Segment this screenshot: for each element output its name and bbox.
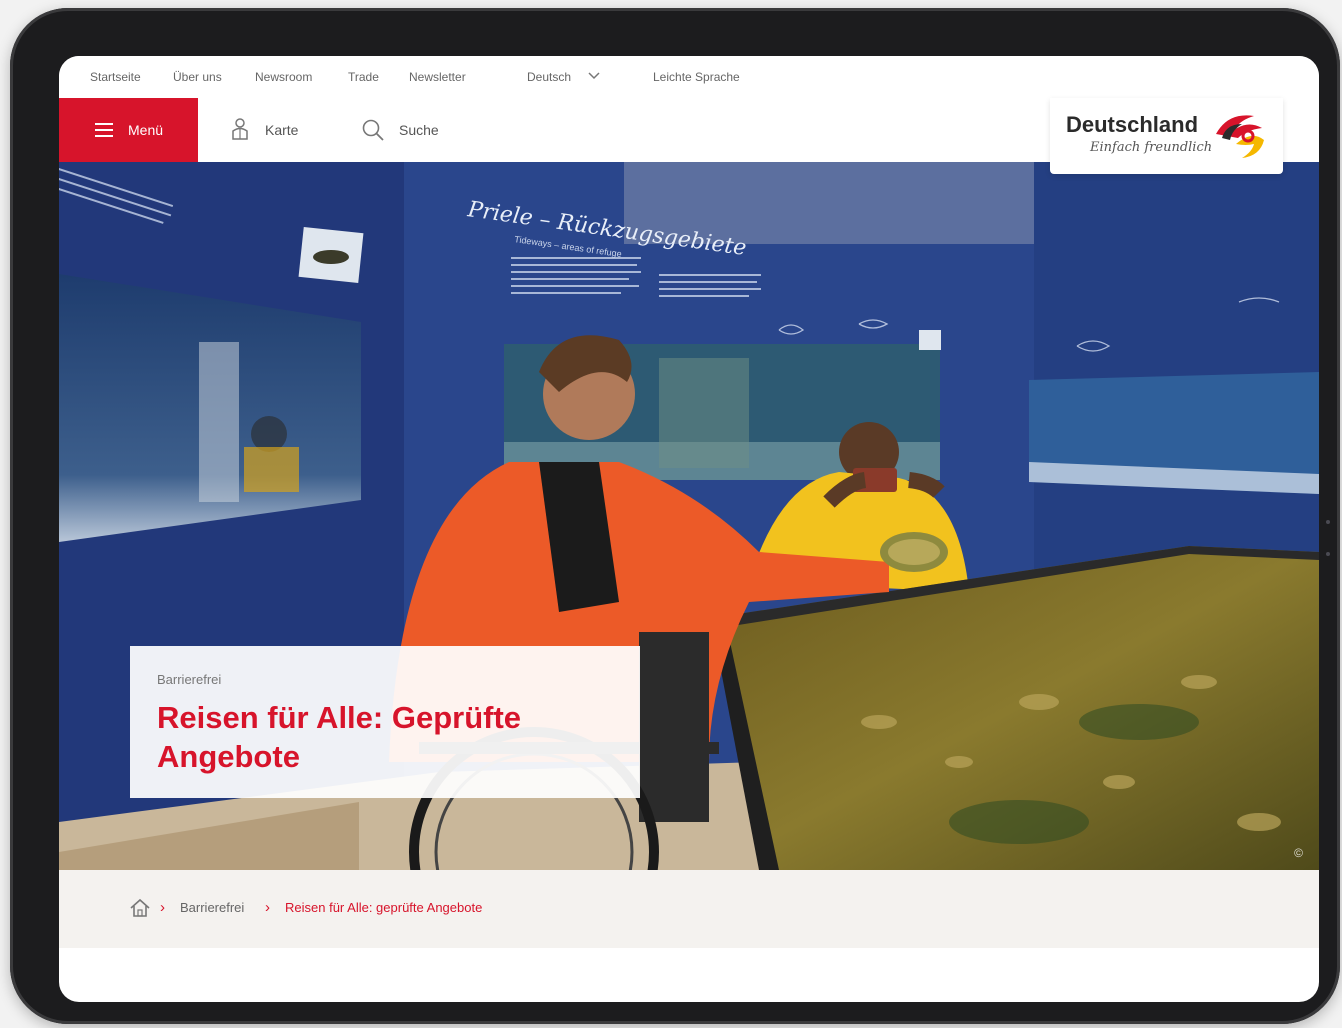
hamburger-icon: [95, 123, 113, 137]
nav-link-trade[interactable]: Trade: [348, 70, 379, 84]
map-button-label: Karte: [265, 122, 299, 138]
utility-nav: Startseite Über uns Newsroom Trade Newsl…: [59, 56, 1319, 99]
tablet-frame: Startseite Über uns Newsroom Trade Newsl…: [10, 8, 1340, 1024]
menu-button-label: Menü: [128, 122, 164, 138]
brand-logo[interactable]: Deutschland Einfach freundlich: [1050, 98, 1283, 174]
chevron-down-icon[interactable]: [587, 71, 601, 81]
site-header: Menü Karte Suche Deutschland Einfach fre…: [59, 98, 1319, 174]
logo-title: Deutschland: [1066, 112, 1199, 137]
copyright-icon[interactable]: ©: [1294, 846, 1303, 860]
nav-link-startseite[interactable]: Startseite: [90, 70, 141, 84]
search-button-label: Suche: [399, 122, 439, 138]
breadcrumb-link[interactable]: Barrierefrei: [180, 900, 244, 915]
chevron-right-icon: ›: [265, 899, 270, 916]
nav-link-newsletter[interactable]: Newsletter: [409, 70, 466, 84]
language-select[interactable]: Deutsch: [527, 70, 571, 84]
home-icon[interactable]: [129, 898, 151, 918]
search-icon: [362, 119, 384, 141]
logo-subtitle: Einfach freundlich: [1090, 140, 1213, 155]
easy-language-link[interactable]: Leichte Sprache: [653, 70, 740, 84]
map-button[interactable]: Karte: [225, 98, 335, 162]
hero-kicker: Barrierefrei: [157, 672, 222, 687]
tablet-side-button: [1326, 520, 1330, 524]
hero-section: Priele – Rückzugsgebiete Tideways – area…: [59, 162, 1319, 870]
chevron-right-icon: ›: [160, 899, 165, 916]
menu-button[interactable]: Menü: [59, 98, 198, 162]
eagle-logo-icon: [1216, 115, 1264, 158]
breadcrumb: › Barrierefrei › Reisen für Alle: geprüf…: [59, 870, 1319, 948]
page-title: Reisen für Alle: Geprüfte Angebote: [157, 700, 522, 774]
browser-screen: Startseite Über uns Newsroom Trade Newsl…: [59, 56, 1319, 1002]
hero-teaser: Barrierefrei Reisen für Alle: Geprüfte A…: [130, 646, 640, 798]
map-person-icon: [232, 118, 248, 140]
breadcrumb-current: Reisen für Alle: geprüfte Angebote: [285, 900, 483, 915]
nav-link-ueber-uns[interactable]: Über uns: [173, 70, 222, 84]
search-button[interactable]: Suche: [359, 98, 469, 162]
nav-link-newsroom[interactable]: Newsroom: [255, 70, 312, 84]
tablet-side-button: [1326, 552, 1330, 556]
